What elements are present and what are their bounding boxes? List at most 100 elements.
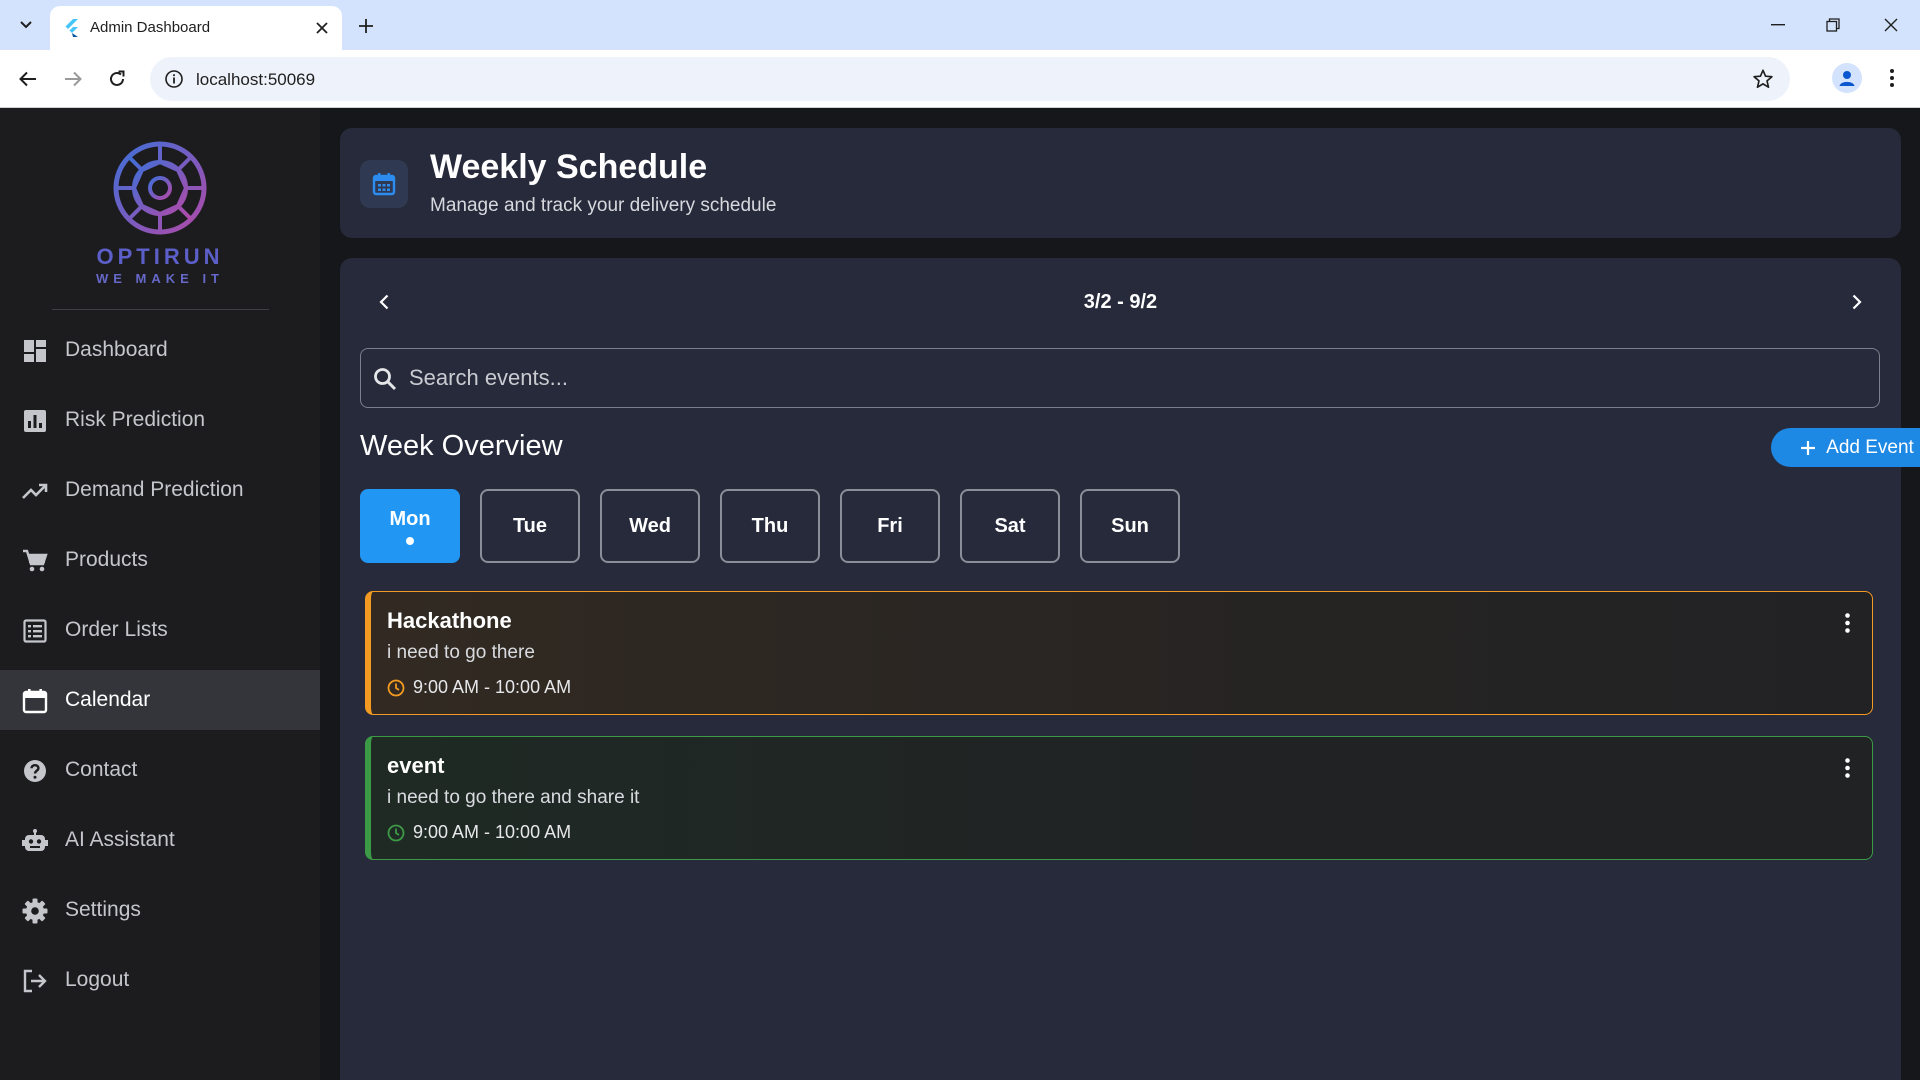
star-icon[interactable] bbox=[1752, 68, 1774, 90]
event-title: event bbox=[387, 753, 445, 778]
sidebar-item-contact[interactable]: Contact bbox=[0, 740, 320, 800]
app-root: OPTIRUN WE MAKE IT Dashboard Risk Predic… bbox=[0, 108, 1920, 1080]
close-icon[interactable] bbox=[312, 18, 332, 38]
trending-up-icon bbox=[22, 478, 48, 504]
sidebar-item-risk-prediction[interactable]: Risk Prediction bbox=[0, 390, 320, 450]
sidebar-item-label: AI Assistant bbox=[65, 828, 175, 851]
sidebar-item-ai-assistant[interactable]: AI Assistant bbox=[0, 810, 320, 870]
event-time: 9:00 AM - 10:00 AM bbox=[413, 677, 572, 697]
sidebar-item-products[interactable]: Products bbox=[0, 530, 320, 590]
plus-icon bbox=[1800, 440, 1816, 456]
day-button-mon[interactable]: Mon bbox=[360, 489, 460, 563]
sidebar-item-dashboard[interactable]: Dashboard bbox=[0, 320, 320, 380]
restore-icon[interactable] bbox=[1813, 8, 1853, 42]
robot-icon bbox=[22, 828, 48, 854]
day-label: Tue bbox=[512, 514, 548, 537]
sidebar: OPTIRUN WE MAKE IT Dashboard Risk Predic… bbox=[0, 108, 320, 1080]
day-button-thu[interactable]: Thu bbox=[720, 489, 820, 563]
event-time-row: 9:00 AM - 10:00 AM bbox=[387, 677, 571, 698]
search-input[interactable] bbox=[409, 349, 1849, 406]
forward-icon[interactable] bbox=[57, 63, 89, 95]
event-card[interactable]: event i need to go there and share it 9:… bbox=[365, 736, 1873, 860]
sidebar-item-order-lists[interactable]: Order Lists bbox=[0, 600, 320, 660]
tab-search-icon[interactable] bbox=[10, 10, 42, 40]
menu-dots-icon[interactable] bbox=[1880, 63, 1904, 93]
day-label: Thu bbox=[751, 514, 789, 537]
more-vert-icon[interactable] bbox=[1840, 610, 1854, 636]
day-button-wed[interactable]: Wed bbox=[600, 489, 700, 563]
sidebar-item-label: Dashboard bbox=[65, 338, 168, 361]
address-bar[interactable]: localhost:50069 bbox=[150, 57, 1790, 101]
clock-icon bbox=[387, 824, 405, 842]
sidebar-item-label: Demand Prediction bbox=[65, 478, 244, 501]
tab-title: Admin Dashboard bbox=[90, 19, 211, 36]
search-field[interactable] bbox=[360, 348, 1880, 408]
help-icon bbox=[22, 758, 48, 784]
flutter-icon bbox=[64, 19, 78, 37]
page-subtitle: Manage and track your delivery schedule bbox=[430, 195, 777, 216]
minimize-icon[interactable] bbox=[1758, 8, 1798, 42]
brand-tagline: WE MAKE IT bbox=[96, 271, 224, 286]
brand-logo: OPTIRUN WE MAKE IT bbox=[92, 138, 228, 286]
dashboard-icon bbox=[22, 338, 48, 364]
bar-chart-icon bbox=[22, 408, 48, 434]
day-label: Mon bbox=[389, 507, 431, 530]
back-icon[interactable] bbox=[12, 63, 44, 95]
sidebar-item-calendar[interactable]: Calendar bbox=[0, 670, 320, 730]
schedule-card: 3/2 - 9/2 Week Overview Add Event Mon bbox=[340, 258, 1920, 1080]
day-label: Sun bbox=[1111, 514, 1149, 537]
event-indicator-dot bbox=[406, 536, 414, 545]
sidebar-item-demand-prediction[interactable]: Demand Prediction bbox=[0, 460, 320, 520]
sidebar-divider bbox=[52, 309, 269, 310]
sidebar-item-label: Settings bbox=[65, 898, 141, 921]
day-label: Sat bbox=[994, 514, 1026, 537]
add-event-button[interactable]: Add Event bbox=[1771, 428, 1920, 467]
gear-icon bbox=[22, 898, 48, 924]
day-label: Wed bbox=[629, 514, 671, 537]
list-icon bbox=[22, 618, 48, 644]
sidebar-item-label: Risk Prediction bbox=[65, 408, 206, 431]
profile-icon[interactable] bbox=[1832, 63, 1862, 93]
page-title: Weekly Schedule bbox=[430, 148, 708, 186]
sidebar-item-label: Order Lists bbox=[65, 618, 168, 641]
browser-tab[interactable]: Admin Dashboard bbox=[50, 6, 342, 50]
week-range: 3/2 - 9/2 bbox=[1083, 291, 1158, 313]
sidebar-item-settings[interactable]: Settings bbox=[0, 880, 320, 940]
more-vert-icon[interactable] bbox=[1840, 755, 1854, 781]
main-content: Weekly Schedule Manage and track your de… bbox=[320, 108, 1920, 1080]
browser-toolbar: localhost:50069 bbox=[0, 50, 1920, 108]
url-text: localhost:50069 bbox=[196, 70, 316, 89]
brand-name: OPTIRUN bbox=[96, 244, 224, 269]
chevron-right-icon[interactable] bbox=[1843, 288, 1871, 316]
day-button-sat[interactable]: Sat bbox=[960, 489, 1060, 563]
sidebar-item-logout[interactable]: Logout bbox=[0, 950, 320, 1010]
cart-icon bbox=[22, 548, 48, 574]
day-button-sun[interactable]: Sun bbox=[1080, 489, 1180, 563]
sidebar-item-label: Calendar bbox=[65, 688, 151, 711]
event-card[interactable]: Hackathone i need to go there 9:00 AM - … bbox=[365, 591, 1873, 715]
reload-icon[interactable] bbox=[101, 63, 133, 95]
sidebar-item-label: Logout bbox=[65, 968, 130, 991]
window-close-icon[interactable] bbox=[1871, 8, 1911, 42]
add-event-label: Add Event bbox=[1826, 436, 1914, 458]
search-icon bbox=[373, 367, 397, 391]
info-icon[interactable] bbox=[164, 69, 184, 89]
clock-icon bbox=[387, 679, 405, 697]
day-label: Fri bbox=[877, 514, 903, 537]
day-button-tue[interactable]: Tue bbox=[480, 489, 580, 563]
wheel-logo-icon bbox=[113, 141, 207, 235]
event-time-row: 9:00 AM - 10:00 AM bbox=[387, 822, 571, 843]
page-header: Weekly Schedule Manage and track your de… bbox=[340, 128, 1901, 238]
event-description: i need to go there bbox=[387, 642, 535, 663]
calendar-icon bbox=[22, 688, 48, 714]
event-description: i need to go there and share it bbox=[387, 787, 640, 808]
event-time: 9:00 AM - 10:00 AM bbox=[413, 822, 572, 842]
event-title: Hackathone bbox=[387, 608, 512, 633]
browser-tabstrip: Admin Dashboard bbox=[0, 0, 1920, 50]
sidebar-item-label: Products bbox=[65, 548, 148, 571]
logout-icon bbox=[22, 968, 48, 994]
day-button-fri[interactable]: Fri bbox=[840, 489, 940, 563]
plus-icon[interactable] bbox=[352, 12, 380, 40]
calendar-icon bbox=[360, 160, 408, 208]
week-overview-title: Week Overview bbox=[360, 430, 563, 462]
